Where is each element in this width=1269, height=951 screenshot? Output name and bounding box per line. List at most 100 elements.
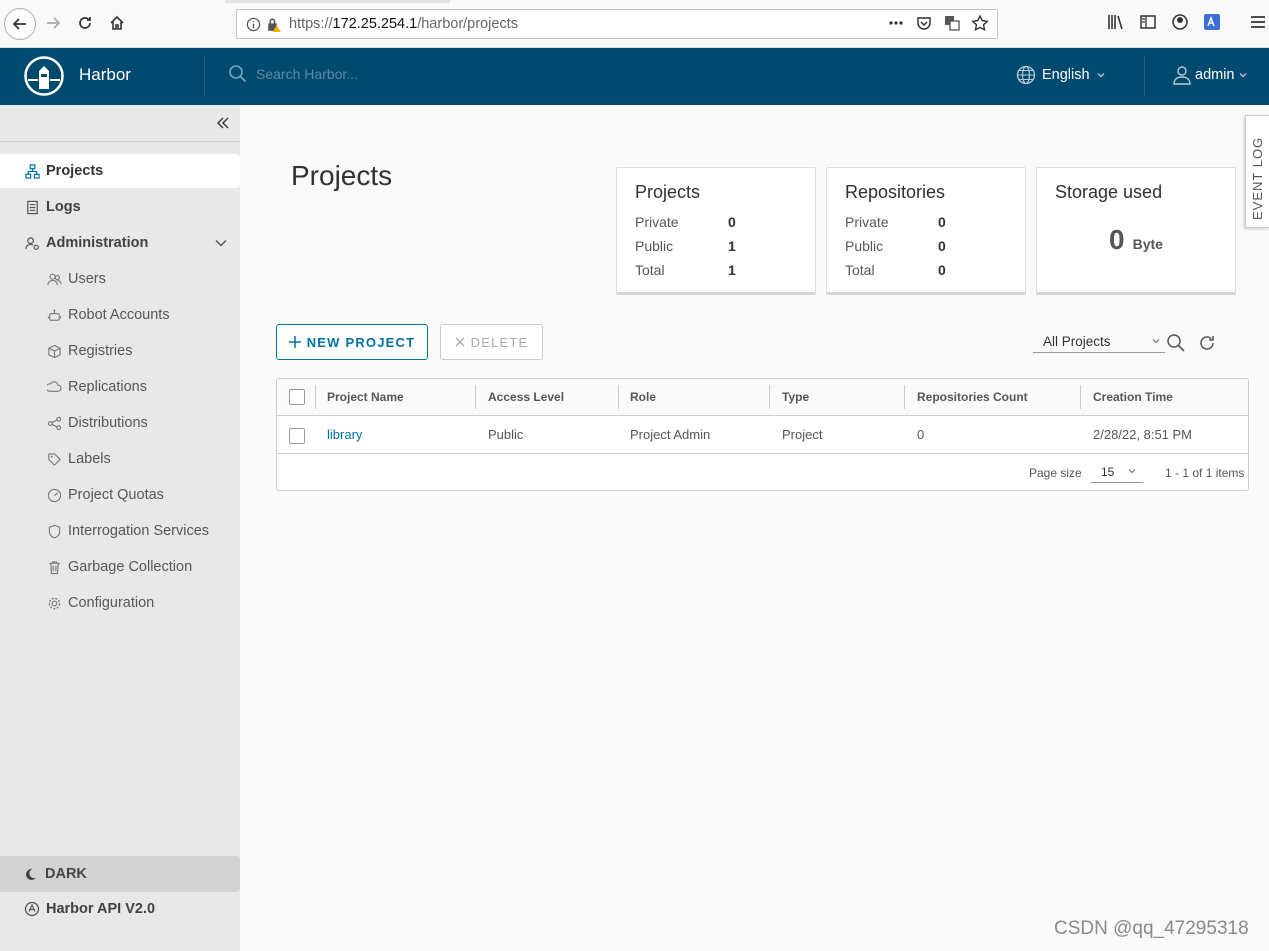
chevron-down-icon xyxy=(1128,469,1136,474)
select-all-checkbox[interactable] xyxy=(289,389,305,405)
translator-extension-icon[interactable] xyxy=(1202,12,1222,32)
shield-icon xyxy=(46,523,62,539)
delete-label: DELETE xyxy=(470,334,529,350)
account-icon[interactable] xyxy=(1170,12,1190,32)
sidebar-item-registries[interactable]: Registries xyxy=(0,334,240,368)
menu-icon[interactable] xyxy=(1248,12,1268,32)
column-header-type[interactable]: Type xyxy=(782,390,809,404)
chevron-down-icon xyxy=(1152,339,1160,344)
forward-button[interactable] xyxy=(38,8,68,38)
projects-table: Project Name Access Level Role Type Repo… xyxy=(276,378,1249,491)
project-filter-select[interactable]: All Projects xyxy=(1033,331,1165,353)
new-project-button[interactable]: NEW PROJECT xyxy=(276,324,428,360)
storage-number: 0 xyxy=(1109,224,1125,255)
sidebar-item-robot-accounts[interactable]: Robot Accounts xyxy=(0,298,240,332)
bookmark-star-icon[interactable] xyxy=(971,14,989,32)
globe-icon xyxy=(1016,65,1036,85)
sidebar-item-project-quotas[interactable]: Project Quotas xyxy=(0,478,240,512)
refresh-icon[interactable] xyxy=(1197,333,1217,353)
stat-row-private: Private 0 xyxy=(845,214,965,230)
stat-label: Private xyxy=(845,214,889,230)
stat-value: 0 xyxy=(938,262,946,278)
reload-button[interactable] xyxy=(70,8,100,38)
home-icon xyxy=(110,15,124,30)
double-chevron-left-icon[interactable] xyxy=(216,116,230,130)
user-menu[interactable]: admin xyxy=(1172,65,1248,85)
dark-theme-toggle[interactable]: DARK xyxy=(0,856,240,892)
harbor-logo-icon[interactable] xyxy=(24,56,64,96)
type-cell: Project xyxy=(782,427,823,442)
header-divider-right xyxy=(1144,56,1145,96)
stat-value: 0 xyxy=(938,238,946,254)
sidebar-item-labels[interactable]: Labels xyxy=(0,442,240,476)
search-input[interactable] xyxy=(254,65,534,83)
delete-button[interactable]: DELETE xyxy=(440,324,543,360)
global-search[interactable] xyxy=(228,64,534,84)
column-separator xyxy=(315,385,316,409)
sidebar-item-configuration[interactable]: Configuration xyxy=(0,586,240,620)
sidebar-item-users[interactable]: Users xyxy=(0,262,240,296)
pocket-icon[interactable] xyxy=(915,14,933,32)
search-icon[interactable] xyxy=(1166,333,1186,353)
column-header-access-level[interactable]: Access Level xyxy=(488,390,564,404)
back-button[interactable] xyxy=(4,8,36,40)
url-text[interactable]: https://172.25.254.1/harbor/projects xyxy=(289,16,518,32)
registries-icon xyxy=(46,343,62,359)
insecure-lock-icon[interactable] xyxy=(265,16,282,33)
creation-time-cell: 2/28/22, 8:51 PM xyxy=(1093,427,1193,442)
stat-value: 1 xyxy=(728,262,736,278)
sidebar-item-administration[interactable]: Administration xyxy=(0,226,240,260)
brand-name[interactable]: Harbor xyxy=(79,65,131,85)
page-size-select[interactable]: 15 xyxy=(1091,461,1143,483)
sidebar-item-label: Configuration xyxy=(68,595,155,611)
chevron-down-icon xyxy=(1097,73,1105,78)
library-icon[interactable] xyxy=(1106,12,1126,32)
sidebar-item-interrogation-services[interactable]: Interrogation Services xyxy=(0,514,240,548)
api-link-label: Harbor API V2.0 xyxy=(46,901,156,917)
language-selector[interactable]: English xyxy=(1016,65,1106,85)
language-label: English xyxy=(1042,67,1090,83)
column-separator xyxy=(475,385,476,409)
header-divider xyxy=(204,56,205,96)
column-header-role[interactable]: Role xyxy=(630,390,656,404)
column-header-creation-time[interactable]: Creation Time xyxy=(1093,390,1173,404)
stat-row-private: Private 0 xyxy=(635,214,755,230)
column-header-repositories-count[interactable]: Repositories Count xyxy=(917,390,1028,404)
home-button[interactable] xyxy=(102,8,132,38)
project-name-link[interactable]: library xyxy=(327,427,362,442)
table-header: Project Name Access Level Role Type Repo… xyxy=(277,379,1248,416)
dark-theme-label: DARK xyxy=(45,866,87,882)
sidebar-item-projects[interactable]: Projects xyxy=(0,154,240,188)
sidebar-toggle-icon[interactable] xyxy=(1138,12,1158,32)
url-bar[interactable]: https://172.25.254.1/harbor/projects xyxy=(236,9,998,39)
stat-row-total: Total 0 xyxy=(845,262,965,278)
column-separator xyxy=(1080,385,1081,409)
event-log-tab[interactable]: EVENT LOG xyxy=(1245,115,1269,228)
sidebar-item-label: Users xyxy=(68,271,106,287)
stat-label: Total xyxy=(635,262,665,278)
row-checkbox[interactable] xyxy=(289,428,305,444)
projects-summary-card: Projects Private 0 Public 1 Total 1 xyxy=(616,167,816,295)
sidebar-item-logs[interactable]: Logs xyxy=(0,190,240,224)
sidebar-item-label: Robot Accounts xyxy=(68,307,170,323)
more-actions-icon[interactable] xyxy=(887,14,905,32)
app-header: Harbor English admin xyxy=(0,48,1269,105)
sidebar-item-distributions[interactable]: Distributions xyxy=(0,406,240,440)
sidebar-item-garbage-collection[interactable]: Garbage Collection xyxy=(0,550,240,584)
role-cell: Project Admin xyxy=(630,427,711,442)
tag-icon xyxy=(46,451,62,467)
info-icon[interactable] xyxy=(246,17,261,32)
page-size-value: 15 xyxy=(1101,464,1115,479)
table-row[interactable]: library Public Project Admin Project 0 2… xyxy=(277,416,1248,454)
harbor-api-link[interactable]: Harbor API V2.0 xyxy=(24,901,155,917)
browser-toolbar: https://172.25.254.1/harbor/projects xyxy=(0,0,1269,48)
watermark: CSDN @qq_47295318 xyxy=(1054,918,1249,939)
replications-icon xyxy=(46,379,62,395)
translate-icon[interactable] xyxy=(943,14,961,32)
card-title: Repositories xyxy=(845,182,946,202)
logs-icon xyxy=(24,199,40,215)
stat-label: Public xyxy=(845,238,884,254)
column-header-project-name[interactable]: Project Name xyxy=(327,390,404,404)
sidebar-item-replications[interactable]: Replications xyxy=(0,370,240,404)
sidebar-item-label: Labels xyxy=(68,451,111,467)
